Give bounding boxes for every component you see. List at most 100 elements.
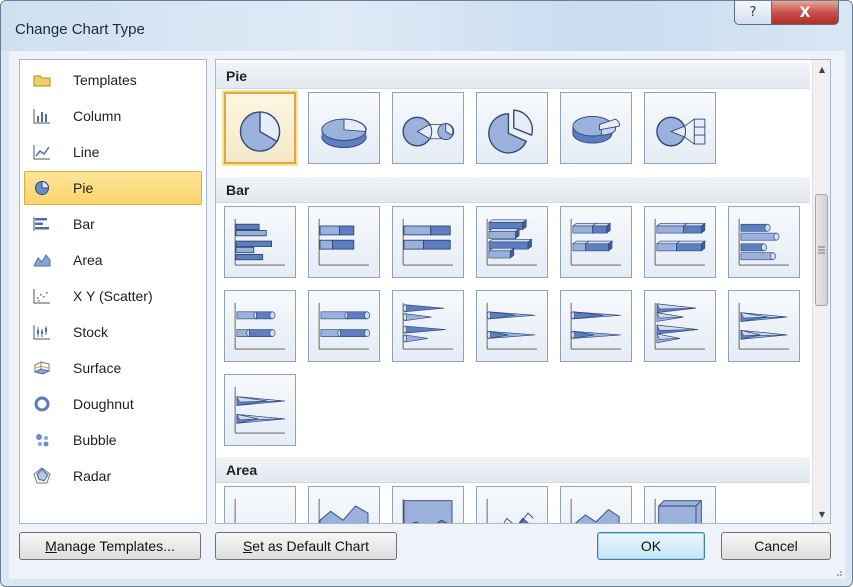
100-stacked-horizontal-cone-chart-icon bbox=[570, 302, 621, 350]
clustered-horizontal-cone-chart-icon bbox=[402, 302, 453, 350]
chart-subtype-100-stacked-horizontal-cone[interactable] bbox=[560, 290, 632, 362]
chart-subtype-pie[interactable] bbox=[224, 92, 296, 164]
chart-subtype-100-stacked-horizontal-cylinder[interactable] bbox=[308, 290, 380, 362]
category-label: Bar bbox=[73, 216, 95, 232]
cancel-button[interactable]: Cancel bbox=[721, 532, 831, 560]
section-header-bar: Bar bbox=[216, 177, 810, 203]
chart-subtype-100-stacked-area[interactable] bbox=[392, 486, 464, 523]
category-label: Column bbox=[73, 108, 122, 124]
pie-chart-icon bbox=[239, 111, 281, 152]
change-chart-type-dialog: Change Chart Type ? X Templates Column Lin… bbox=[0, 0, 853, 587]
chart-subtype-clustered-bar[interactable] bbox=[224, 206, 296, 278]
chart-subtype-100-stacked-area-3d[interactable] bbox=[644, 486, 716, 523]
category-label: X Y (Scatter) bbox=[73, 288, 153, 304]
help-icon: ? bbox=[749, 5, 757, 20]
chart-subtype-clustered-horizontal-pyramid[interactable] bbox=[644, 290, 716, 362]
pie-of-pie-chart-icon bbox=[402, 116, 455, 147]
chart-subtype-area-3d[interactable] bbox=[476, 486, 548, 523]
category-label: Line bbox=[73, 144, 100, 160]
category-item-radar[interactable]: Radar bbox=[24, 459, 202, 493]
scroll-up-arrow-icon[interactable]: ▲ bbox=[813, 60, 830, 78]
100-stacked-area-chart-icon bbox=[402, 498, 453, 523]
set-as-default-chart-button[interactable]: Set as Default Chart bbox=[215, 532, 397, 560]
category-label: Doughnut bbox=[73, 396, 134, 412]
category-label: Stock bbox=[73, 324, 109, 340]
category-item-column[interactable]: Column bbox=[24, 99, 202, 133]
clustered-bar-chart-icon bbox=[234, 218, 285, 266]
folder-icon bbox=[31, 71, 53, 89]
stacked-area-3d-chart-icon bbox=[570, 498, 620, 523]
category-item-templates[interactable]: Templates bbox=[24, 63, 202, 97]
exploded-pie-3d-chart-icon bbox=[572, 116, 620, 144]
chart-subtype-clustered-bar-3d[interactable] bbox=[476, 206, 548, 278]
chart-subtype-stacked-area[interactable] bbox=[308, 486, 380, 523]
ok-button[interactable]: OK bbox=[597, 532, 705, 560]
chart-subtype-100-stacked-bar[interactable] bbox=[392, 206, 464, 278]
bar-chart-icon bbox=[31, 215, 53, 233]
category-label: Pie bbox=[73, 180, 94, 196]
category-label: Radar bbox=[73, 468, 112, 484]
category-item-stock[interactable]: Stock bbox=[24, 315, 202, 349]
gallery-scrollbar[interactable]: ▲ ▼ bbox=[812, 60, 830, 523]
category-label: Surface bbox=[73, 360, 122, 376]
chart-subtype-stacked-horizontal-cylinder[interactable] bbox=[224, 290, 296, 362]
category-item-line[interactable]: Line bbox=[24, 135, 202, 169]
chart-subtype-exploded-pie-3d[interactable] bbox=[560, 92, 632, 164]
chart-subtype-pie-3d[interactable] bbox=[308, 92, 380, 164]
chart-subtype-exploded-pie[interactable] bbox=[476, 92, 548, 164]
resize-grip-icon[interactable] bbox=[833, 567, 843, 577]
category-item-x-y-scatter[interactable]: X Y (Scatter) bbox=[24, 279, 202, 313]
category-item-area[interactable]: Area bbox=[24, 243, 202, 277]
clustered-horizontal-cylinder-chart-icon bbox=[738, 218, 789, 266]
category-item-bar[interactable]: Bar bbox=[24, 207, 202, 241]
chart-subtype-stacked-horizontal-cone[interactable] bbox=[476, 290, 548, 362]
100-stacked-horizontal-pyramid-chart-icon bbox=[234, 386, 285, 434]
stacked-horizontal-cylinder-chart-icon bbox=[234, 302, 285, 350]
title-bar[interactable]: Change Chart Type ? X bbox=[1, 1, 852, 51]
section-header-pie: Pie bbox=[216, 63, 810, 89]
category-item-surface[interactable]: Surface bbox=[24, 351, 202, 385]
chart-subtype-area[interactable] bbox=[224, 486, 296, 523]
category-item-doughnut[interactable]: Doughnut bbox=[24, 387, 202, 421]
stock-chart-icon bbox=[31, 323, 53, 341]
radar-chart-icon bbox=[31, 467, 53, 485]
chart-subtype-stacked-area-3d[interactable] bbox=[560, 486, 632, 523]
surface-chart-icon bbox=[31, 359, 53, 377]
chart-subtype-stacked-horizontal-pyramid[interactable] bbox=[728, 290, 800, 362]
chart-subtype-clustered-horizontal-cylinder[interactable] bbox=[728, 206, 800, 278]
chart-subtype-100-stacked-horizontal-pyramid[interactable] bbox=[224, 374, 296, 446]
100-stacked-area-3d-chart-icon bbox=[654, 498, 702, 523]
chart-subtype-stacked-bar-3d[interactable] bbox=[560, 206, 632, 278]
line-chart-icon bbox=[31, 143, 53, 161]
100-stacked-bar-3d-chart-icon bbox=[654, 218, 706, 266]
chart-subtype-clustered-horizontal-cone[interactable] bbox=[392, 290, 464, 362]
close-icon: X bbox=[799, 4, 811, 21]
chart-subtype-stacked-bar[interactable] bbox=[308, 206, 380, 278]
category-label: Area bbox=[73, 252, 103, 268]
100-stacked-bar-chart-icon bbox=[402, 218, 453, 266]
stacked-bar-chart-icon bbox=[318, 218, 369, 266]
pie-chart-icon bbox=[31, 179, 53, 197]
clustered-bar-3d-chart-icon bbox=[486, 218, 537, 266]
category-label: Bubble bbox=[73, 432, 117, 448]
close-button[interactable]: X bbox=[771, 1, 839, 25]
stacked-bar-3d-chart-icon bbox=[570, 218, 621, 266]
scatter-chart-icon bbox=[31, 287, 53, 305]
chart-subtype-gallery: ▲ ▼ Pie Bar Area bbox=[215, 59, 831, 524]
help-button[interactable]: ? bbox=[734, 1, 772, 25]
grip-lines-icon bbox=[818, 246, 825, 254]
bubble-chart-icon bbox=[31, 431, 53, 449]
chart-subtype-100-stacked-bar-3d[interactable] bbox=[644, 206, 716, 278]
scrollbar-thumb[interactable] bbox=[815, 194, 828, 306]
chart-subtype-pie-of-pie[interactable] bbox=[392, 92, 464, 164]
stacked-horizontal-cone-chart-icon bbox=[486, 302, 537, 350]
category-item-bubble[interactable]: Bubble bbox=[24, 423, 202, 457]
manage-templates-button[interactable]: Manage Templates... bbox=[19, 532, 201, 560]
stacked-area-chart-icon bbox=[318, 498, 369, 523]
scroll-down-arrow-icon[interactable]: ▼ bbox=[813, 505, 830, 523]
area-chart-icon bbox=[234, 498, 236, 523]
category-item-pie[interactable]: Pie bbox=[24, 171, 202, 205]
section-header-area: Area bbox=[216, 457, 810, 483]
chart-subtype-bar-of-pie[interactable] bbox=[644, 92, 716, 164]
chart-category-list: Templates Column Line Pie Bar Area X Y (Scatte… bbox=[19, 59, 207, 524]
